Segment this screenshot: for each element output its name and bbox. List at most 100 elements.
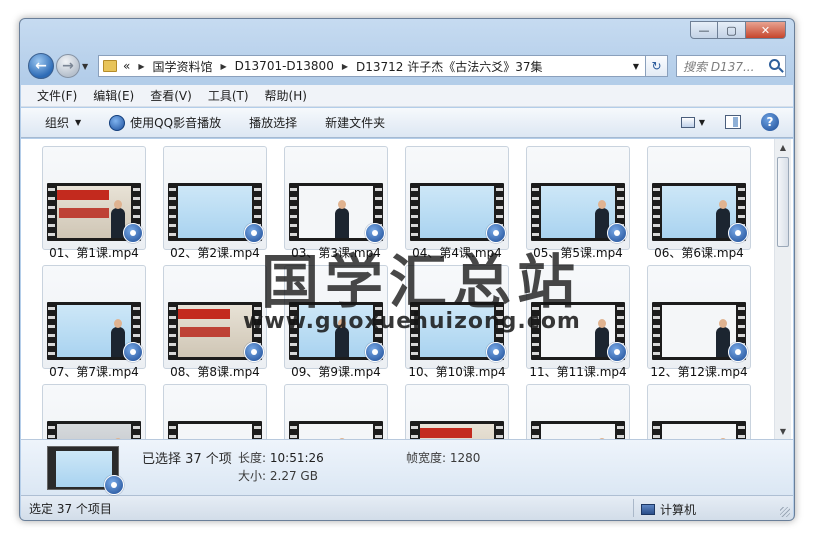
explorer-window: — ▢ ✕ ← → ▼ « ▶ 国学资料馆 ▶ D13701-D13800 ▶ … [19,18,795,521]
file-tile[interactable]: 02、第2课.mp4 [163,146,267,260]
video-frame [662,186,736,238]
scroll-thumb[interactable] [777,157,789,247]
qq-player-icon [607,342,627,362]
caption-buttons: — ▢ ✕ [690,21,786,39]
video-frame [541,186,615,238]
file-name: 12、第12课.mp4 [650,365,748,379]
scroll-up-icon[interactable]: ▲ [775,139,791,155]
file-tile[interactable]: 06、第6课.mp4 [647,146,751,260]
play-selection-button[interactable]: 播放选择 [249,114,297,131]
file-name: 11、第11课.mp4 [529,365,627,379]
video-thumbnail [168,421,262,439]
qq-player-icon [728,223,748,243]
qq-player-icon [104,475,124,495]
back-button[interactable]: ← [28,53,54,79]
video-frame [662,424,736,439]
scroll-down-icon[interactable]: ▼ [775,423,791,439]
frame-width-value: 1280 [449,451,481,465]
video-thumbnail [410,421,504,439]
details-pane: 已选择 37 个项 长度: 10:51:26 大小: 2.27 GB 帧宽度: … [21,439,793,495]
breadcrumb-item[interactable]: 国学资料馆 [153,58,213,75]
breadcrumb: « ▶ 国学资料馆 ▶ D13701-D13800 ▶ D13712 许子杰《古… [123,58,543,75]
length-row: 长度: 10:51:26 [238,449,324,466]
video-frame [57,305,131,357]
menu-edit[interactable]: 编辑(E) [93,87,134,104]
menu-bar: 文件(F) 编辑(E) 查看(V) 工具(T) 帮助(H) [21,85,793,107]
refresh-button[interactable]: ↻ [646,55,668,77]
help-icon[interactable]: ? [761,113,779,131]
search-placeholder: 搜索 D137... [683,59,755,74]
computer-icon [641,504,655,515]
file-tile[interactable]: 12、第12课.mp4 [647,265,751,379]
maximize-button[interactable]: ▢ [718,21,746,39]
forward-button[interactable]: → [56,54,80,78]
search-input[interactable]: 搜索 D137... [676,55,786,77]
address-bar[interactable]: « ▶ 国学资料馆 ▶ D13701-D13800 ▶ D13712 许子杰《古… [98,55,646,77]
breadcrumb-item[interactable]: D13701-D13800 [235,59,334,73]
recent-pages-dropdown[interactable]: ▼ [82,62,92,71]
watermark-text: 国学汇总站 [261,248,582,316]
selection-count: 已选择 37 个项 [142,452,232,467]
file-name: 02、第2课.mp4 [170,246,260,260]
size-row: 大小: 2.27 GB [238,467,318,484]
qq-player-icon [607,223,627,243]
play-with-qq-button[interactable]: 使用QQ影音播放 [109,114,221,131]
size-label: 大小: [238,469,267,483]
play-selection-label: 播放选择 [249,116,298,130]
video-thumbnail [652,421,746,439]
qq-player-icon [109,114,126,131]
change-view-icon[interactable] [680,116,695,128]
file-name: 09、第9课.mp4 [291,365,381,379]
preview-pane-icon[interactable] [725,115,741,129]
file-tile[interactable] [405,384,509,439]
play-with-qq-label: 使用QQ影音播放 [130,116,222,130]
navigation-bar: ← → ▼ « ▶ 国学资料馆 ▶ D13701-D13800 ▶ D13712… [28,51,786,81]
qq-player-icon [365,342,385,362]
video-frame [420,424,494,439]
video-frame [420,186,494,238]
toolbar-right: ▼ ? [680,113,779,131]
file-name: 01、第1课.mp4 [49,246,139,260]
menu-help[interactable]: 帮助(H) [265,87,307,104]
command-bar: 组织 ▼ 使用QQ影音播放 播放选择 新建文件夹 ▼ ? [21,108,793,138]
organize-button[interactable]: 组织 ▼ [45,114,81,131]
qq-player-icon [123,223,143,243]
video-frame [57,186,131,238]
resize-grip[interactable] [780,507,790,517]
file-name: 06、第6课.mp4 [654,246,744,260]
breadcrumb-item[interactable]: D13712 许子杰《古法六爻》37集 [356,58,543,75]
menu-view[interactable]: 查看(V) [150,87,192,104]
organize-label: 组织 [45,116,70,130]
chevron-down-icon[interactable]: ▼ [633,62,639,71]
file-tile[interactable] [163,384,267,439]
qq-player-icon [244,342,264,362]
qq-player-icon [486,342,506,362]
title-text-block [180,327,230,337]
breadcrumb-overflow[interactable]: « [123,59,130,73]
file-tile[interactable]: 01、第1课.mp4 [42,146,146,260]
file-tile[interactable] [284,384,388,439]
chevron-down-icon[interactable]: ▼ [699,118,705,127]
file-tile[interactable]: 07、第7课.mp4 [42,265,146,379]
vertical-scrollbar[interactable]: ▲ ▼ [774,139,791,439]
chevron-right-icon: ▶ [341,61,348,71]
selection-thumbnail [47,446,124,495]
file-tile[interactable] [647,384,751,439]
new-folder-button[interactable]: 新建文件夹 [325,114,385,131]
video-frame [662,305,736,357]
title-banner [178,309,230,319]
minimize-button[interactable]: — [690,21,718,39]
video-frame [541,424,615,439]
video-frame [178,186,252,238]
video-frame [178,305,252,357]
length-value: 10:51:26 [269,451,324,465]
close-button[interactable]: ✕ [746,21,786,39]
search-icon[interactable] [769,59,780,70]
menu-tools[interactable]: 工具(T) [208,87,249,104]
status-location-label: 计算机 [660,503,697,517]
file-tile[interactable] [526,384,630,439]
video-frame [178,424,252,439]
menu-file[interactable]: 文件(F) [37,87,77,104]
file-name: 10、第10课.mp4 [408,365,506,379]
file-tile[interactable] [42,384,146,439]
